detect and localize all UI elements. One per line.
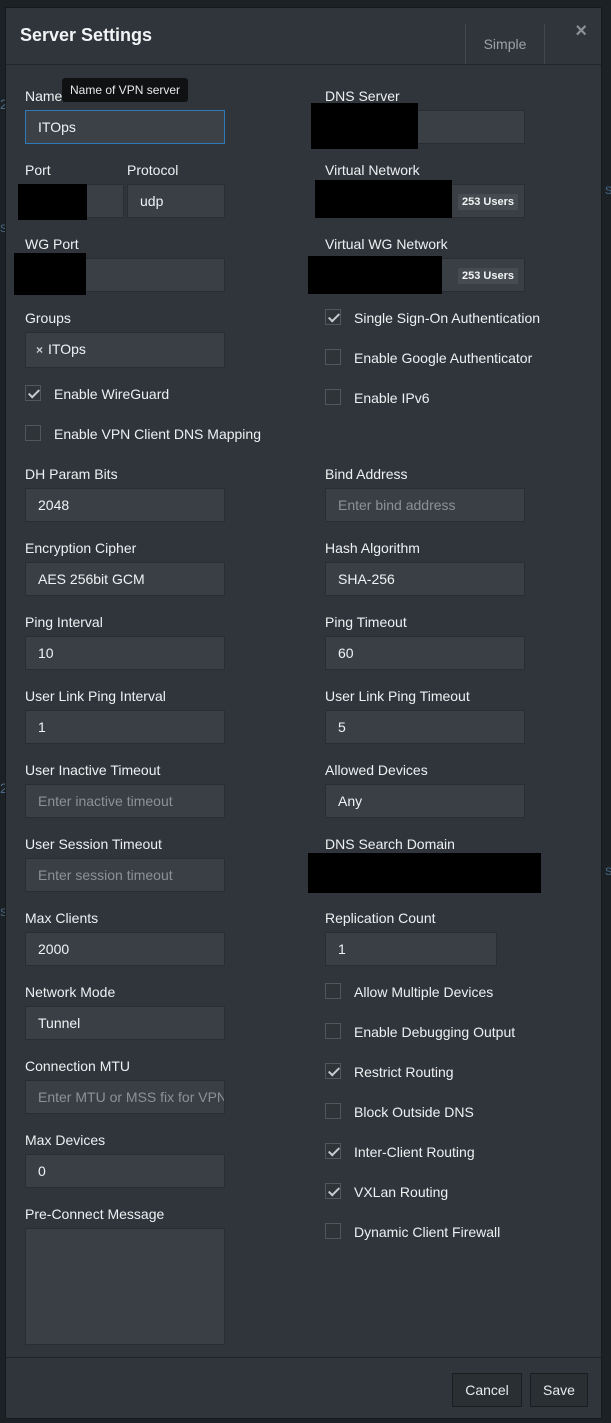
checkbox-box[interactable] <box>325 349 341 365</box>
modal-footer: Cancel Save <box>6 1357 601 1418</box>
user-session-timeout-label: User Session Timeout <box>25 836 162 852</box>
checkbox-label: Dynamic Client Firewall <box>354 1224 501 1240</box>
connection-mtu-input[interactable]: Enter MTU or MSS fix for VPN <box>25 1080 225 1114</box>
checkbox-label: Enable VPN Client DNS Mapping <box>54 426 261 442</box>
redacted-block <box>18 184 87 220</box>
cancel-button[interactable]: Cancel <box>452 1373 522 1407</box>
checkbox-box[interactable] <box>25 385 41 401</box>
checkbox-box[interactable] <box>325 1183 341 1199</box>
checkbox-label: VXLan Routing <box>354 1184 449 1200</box>
background-fragment: S <box>605 185 611 197</box>
checkbox-label: Enable Google Authenticator <box>354 350 533 366</box>
checkbox-label: Enable Debugging Output <box>354 1024 516 1040</box>
pre-connect-message-textarea[interactable] <box>25 1228 225 1345</box>
remove-tag-icon[interactable]: × <box>36 343 43 357</box>
close-icon[interactable]: × <box>575 20 587 43</box>
pre-connect-message-label: Pre-Connect Message <box>25 1206 165 1222</box>
bind-address-label: Bind Address <box>325 466 408 482</box>
redacted-block <box>14 253 86 295</box>
replication-count-label: Replication Count <box>325 910 436 926</box>
bind-address-input[interactable]: Enter bind address <box>325 488 525 522</box>
user-link-ping-interval-label: User Link Ping Interval <box>25 688 166 704</box>
checkbox-box[interactable] <box>325 1063 341 1079</box>
modal-title: Server Settings <box>20 25 153 45</box>
group-tag: ITOps <box>48 341 86 357</box>
replication-count-input[interactable]: 1 <box>325 932 497 966</box>
max-clients-input[interactable]: 2000 <box>25 932 225 966</box>
wg-port-label: WG Port <box>25 236 79 252</box>
ping-timeout-input[interactable]: 60 <box>325 636 525 670</box>
checkbox-box[interactable] <box>325 1223 341 1239</box>
name-input[interactable] <box>25 110 225 144</box>
allowed-devices-label: Allowed Devices <box>325 762 428 778</box>
checkbox-box[interactable] <box>325 389 341 405</box>
user-link-ping-timeout-label: User Link Ping Timeout <box>325 688 470 704</box>
virtual-wg-network-label: Virtual WG Network <box>325 236 448 252</box>
ping-interval-label: Ping Interval <box>25 614 103 630</box>
checkbox-label: Block Outside DNS <box>354 1104 474 1120</box>
protocol-label: Protocol <box>127 162 179 178</box>
checkbox-box[interactable] <box>325 983 341 999</box>
redacted-block <box>315 180 452 218</box>
checkbox-box[interactable] <box>325 1143 341 1159</box>
allowed-devices-select[interactable]: Any <box>325 784 525 818</box>
redacted-block <box>308 256 442 294</box>
ping-interval-input[interactable]: 10 <box>25 636 225 670</box>
checkbox-label: Single Sign-On Authentication <box>354 310 541 326</box>
users-badge: 253 Users <box>458 268 518 284</box>
port-label: Port <box>25 162 51 178</box>
checkbox-box[interactable] <box>325 309 341 325</box>
dns-search-domain-label: DNS Search Domain <box>325 836 455 852</box>
max-devices-input[interactable]: 0 <box>25 1154 225 1188</box>
max-devices-label: Max Devices <box>25 1132 106 1148</box>
dns-server-label: DNS Server <box>325 88 400 104</box>
server-settings-modal: Server Settings Simple × Name Name of VP… <box>5 7 602 1419</box>
checkbox-label: Restrict Routing <box>354 1064 454 1080</box>
checkbox-label: Enable WireGuard <box>54 386 170 402</box>
dh-param-bits-select[interactable]: 2048 <box>25 488 225 522</box>
checkbox-label: Allow Multiple Devices <box>354 984 494 1000</box>
checkbox-label: Enable IPv6 <box>354 390 430 406</box>
simple-mode-button[interactable]: Simple <box>465 24 545 64</box>
protocol-select[interactable]: udp <box>127 184 225 218</box>
name-input-field[interactable] <box>38 112 212 142</box>
user-inactive-timeout-input[interactable]: Enter inactive timeout <box>25 784 225 818</box>
users-badge: 253 Users <box>458 194 518 210</box>
ping-timeout-label: Ping Timeout <box>325 614 407 630</box>
max-clients-label: Max Clients <box>25 910 99 926</box>
checkbox-box[interactable] <box>25 425 41 441</box>
groups-input[interactable]: × ITOps <box>25 332 225 368</box>
encryption-cipher-label: Encryption Cipher <box>25 540 137 556</box>
hash-algorithm-select[interactable]: SHA-256 <box>325 562 525 596</box>
redacted-block <box>308 853 541 893</box>
encryption-cipher-select[interactable]: AES 256bit GCM <box>25 562 225 596</box>
user-link-ping-interval-input[interactable]: 1 <box>25 710 225 744</box>
hash-algorithm-label: Hash Algorithm <box>325 540 420 556</box>
network-mode-label: Network Mode <box>25 984 116 1000</box>
connection-mtu-label: Connection MTU <box>25 1058 131 1074</box>
checkbox-label: Inter-Client Routing <box>354 1144 475 1160</box>
name-tooltip: Name of VPN server <box>62 78 189 102</box>
dh-param-bits-label: DH Param Bits <box>25 466 118 482</box>
groups-label: Groups <box>25 310 71 326</box>
virtual-network-label: Virtual Network <box>325 162 420 178</box>
modal-header: Server Settings Simple × <box>6 8 601 65</box>
save-button[interactable]: Save <box>530 1373 588 1407</box>
redacted-block <box>311 103 418 149</box>
network-mode-select[interactable]: Tunnel <box>25 1006 225 1040</box>
user-session-timeout-input[interactable]: Enter session timeout <box>25 858 225 892</box>
user-inactive-timeout-label: User Inactive Timeout <box>25 762 161 778</box>
checkbox-box[interactable] <box>325 1103 341 1119</box>
user-link-ping-timeout-input[interactable]: 5 <box>325 710 525 744</box>
checkbox-box[interactable] <box>325 1023 341 1039</box>
name-label: Name <box>25 88 63 104</box>
background-fragment: S <box>605 866 611 878</box>
